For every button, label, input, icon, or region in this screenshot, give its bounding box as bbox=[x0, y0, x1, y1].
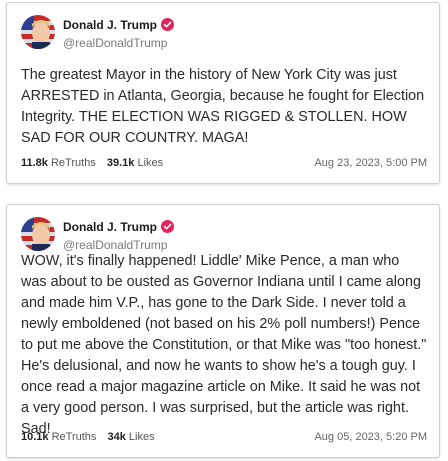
retruths-label: ReTruths bbox=[51, 431, 97, 443]
post-timestamp[interactable]: Aug 05, 2023, 5:20 PM bbox=[314, 431, 427, 443]
retruths-count: 10.1k bbox=[21, 431, 49, 443]
post-text: The greatest Mayor in the history of New… bbox=[21, 67, 425, 146]
likes-count: 39.1k bbox=[106, 157, 135, 169]
retruths-stat[interactable]: 11.8k ReTruths bbox=[21, 157, 96, 169]
post-text: WOW, it's finally happened! Liddle' Mike… bbox=[21, 253, 427, 437]
post-timestamp[interactable]: Aug 23, 2023, 5:00 PM bbox=[314, 157, 427, 169]
post-card: Donald J. Trump @realDonaldTrump The gre… bbox=[6, 2, 440, 184]
likes-label: Likes bbox=[128, 431, 155, 443]
verified-badge-icon bbox=[161, 220, 175, 236]
author-name[interactable]: Donald J. Trump bbox=[63, 220, 157, 234]
likes-count: 34k bbox=[107, 431, 126, 443]
retruths-count: 11.8k bbox=[21, 157, 48, 169]
retruths-label: ReTruths bbox=[50, 157, 96, 169]
retruths-stat[interactable]: 10.1k ReTruths bbox=[21, 431, 96, 443]
likes-stat[interactable]: 34k Likes bbox=[107, 431, 154, 443]
avatar[interactable] bbox=[21, 217, 55, 251]
author-handle[interactable]: @realDonaldTrump bbox=[63, 238, 167, 252]
author-name-row[interactable]: Donald J. Trump bbox=[63, 220, 175, 236]
author-name[interactable]: Donald J. Trump bbox=[63, 18, 157, 32]
likes-stat[interactable]: 39.1k Likes bbox=[107, 157, 163, 169]
avatar[interactable] bbox=[21, 15, 55, 49]
author-handle[interactable]: @realDonaldTrump bbox=[63, 36, 167, 50]
author-name-row[interactable]: Donald J. Trump bbox=[63, 18, 175, 34]
post-footer: 10.1k ReTruths 34k Likes Aug 05, 2023, 5… bbox=[21, 431, 427, 443]
post-footer: 11.8k ReTruths 39.1k Likes Aug 23, 2023,… bbox=[21, 157, 427, 169]
post-card: Donald J. Trump @realDonaldTrump WOW, it… bbox=[6, 204, 440, 458]
verified-badge-icon bbox=[161, 18, 175, 34]
likes-label: Likes bbox=[137, 157, 164, 169]
